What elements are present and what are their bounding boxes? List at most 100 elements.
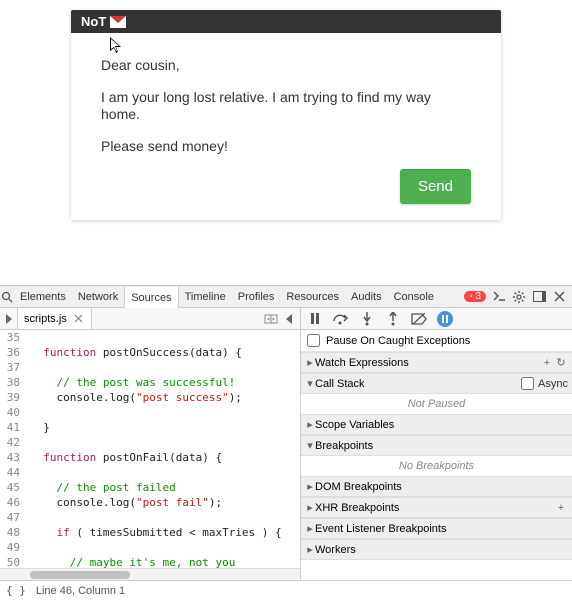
close-devtools-icon[interactable] <box>552 290 566 304</box>
line-number[interactable]: 44 <box>0 465 26 480</box>
line-number[interactable]: 50 <box>0 555 26 568</box>
line-number[interactable]: 39 <box>0 390 26 405</box>
code-line[interactable]: 50 // maybe it's me, not you <box>0 555 300 568</box>
send-button[interactable]: Send <box>400 169 471 204</box>
devtools: ElementsNetworkSourcesTimelineProfilesRe… <box>0 285 572 600</box>
dock-side-icon[interactable] <box>532 290 546 304</box>
tab-timeline[interactable]: Timeline <box>179 286 232 307</box>
disclosure-triangle-icon: ▸ <box>305 543 315 556</box>
add-watch-icon[interactable]: + <box>540 357 554 369</box>
deactivate-breakpoints-icon[interactable] <box>411 311 427 327</box>
line-number[interactable]: 36 <box>0 345 26 360</box>
code-line[interactable]: 47 <box>0 510 300 525</box>
disclosure-triangle-icon: ▸ <box>305 480 315 493</box>
search-icon[interactable] <box>0 290 14 304</box>
line-number[interactable]: 41 <box>0 420 26 435</box>
call-stack-body: Not Paused <box>301 394 572 414</box>
cursor-position: Line 46, Column 1 <box>36 585 125 597</box>
code-line[interactable]: 35 <box>0 330 300 345</box>
code-line[interactable]: 43 function postOnFail(data) { <box>0 450 300 465</box>
close-tab-icon[interactable] <box>73 313 85 325</box>
pause-on-caught-checkbox[interactable] <box>307 334 320 347</box>
sources-subbar: scripts.js <box>0 308 572 330</box>
code-text: // the post failed <box>26 480 176 495</box>
async-checkbox[interactable] <box>521 377 534 390</box>
code-line[interactable]: 36 function postOnSuccess(data) { <box>0 345 300 360</box>
line-number[interactable]: 38 <box>0 375 26 390</box>
code-text: console.log("post success"); <box>26 390 242 405</box>
pause-on-exceptions-icon[interactable] <box>437 311 453 327</box>
line-number[interactable]: 35 <box>0 330 26 345</box>
section-workers[interactable]: ▸ Workers <box>301 539 572 560</box>
line-number[interactable]: 47 <box>0 510 26 525</box>
code-text: // the post was successful! <box>26 375 235 390</box>
code-line[interactable]: 39 console.log("post success"); <box>0 390 300 405</box>
code-line[interactable]: 49 <box>0 540 300 555</box>
code-line[interactable]: 41 } <box>0 420 300 435</box>
tab-profiles[interactable]: Profiles <box>232 286 281 307</box>
status-bar: { } Line 46, Column 1 <box>0 580 572 600</box>
line-number[interactable]: 40 <box>0 405 26 420</box>
file-tab-label: scripts.js <box>24 313 67 325</box>
devtools-tabbar: ElementsNetworkSourcesTimelineProfilesRe… <box>0 286 572 308</box>
line-number[interactable]: 45 <box>0 480 26 495</box>
code-text: // maybe it's me, not you <box>26 555 235 568</box>
add-xhr-breakpoint-icon[interactable]: + <box>554 502 568 514</box>
pause-script-icon[interactable] <box>307 311 323 327</box>
more-options-icon[interactable] <box>282 312 296 326</box>
email-body: Dear cousin, I am your long lost relativ… <box>71 33 501 220</box>
code-line[interactable]: 45 // the post failed <box>0 480 300 495</box>
pretty-print-icon[interactable]: { } <box>6 584 26 597</box>
show-navigator-icon[interactable] <box>0 308 18 329</box>
code-line[interactable]: 48 if ( timesSubmitted < maxTries ) { <box>0 525 300 540</box>
section-watch-expressions[interactable]: ▸ Watch Expressions + ↻ <box>301 352 572 373</box>
line-number[interactable]: 46 <box>0 495 26 510</box>
horizontal-scrollbar[interactable] <box>0 568 300 580</box>
code-text: if ( timesSubmitted < maxTries ) { <box>26 525 282 540</box>
line-number[interactable]: 42 <box>0 435 26 450</box>
error-count-badge[interactable]: ◦ 3 <box>464 291 486 302</box>
section-xhr-breakpoints[interactable]: ▸ XHR Breakpoints + <box>301 497 572 518</box>
code-text <box>26 360 30 375</box>
tab-sources[interactable]: Sources <box>124 287 178 308</box>
step-out-icon[interactable] <box>385 311 401 327</box>
code-line[interactable]: 37 <box>0 360 300 375</box>
show-console-icon[interactable] <box>492 290 506 304</box>
debugger-sidebar: Pause On Caught Exceptions ▸ Watch Expre… <box>300 330 572 580</box>
line-number[interactable]: 43 <box>0 450 26 465</box>
code-line[interactable]: 46 console.log("post fail"); <box>0 495 300 510</box>
tab-resources[interactable]: Resources <box>280 286 345 307</box>
section-event-listener-breakpoints[interactable]: ▸ Event Listener Breakpoints <box>301 518 572 539</box>
line-number[interactable]: 49 <box>0 540 26 555</box>
email-line-2: Please send money! <box>101 138 471 156</box>
pause-on-caught-label: Pause On Caught Exceptions <box>326 335 470 347</box>
tab-audits[interactable]: Audits <box>345 286 388 307</box>
code-editor[interactable]: 3536 function postOnSuccess(data) {3738 … <box>0 330 300 580</box>
tab-network[interactable]: Network <box>72 286 124 307</box>
breakpoints-body: No Breakpoints <box>301 456 572 476</box>
code-line[interactable]: 38 // the post was successful! <box>0 375 300 390</box>
refresh-watch-icon[interactable]: ↻ <box>554 356 568 369</box>
tab-console[interactable]: Console <box>388 286 440 307</box>
section-dom-breakpoints[interactable]: ▸ DOM Breakpoints <box>301 476 572 497</box>
section-call-stack[interactable]: ▾ Call Stack Async <box>301 373 572 394</box>
code-text <box>26 540 30 555</box>
section-scope-variables[interactable]: ▸ Scope Variables <box>301 414 572 435</box>
section-breakpoints[interactable]: ▾ Breakpoints <box>301 435 572 456</box>
file-tab-scripts-js[interactable]: scripts.js <box>18 308 92 329</box>
line-number[interactable]: 37 <box>0 360 26 375</box>
code-line[interactable]: 42 <box>0 435 300 450</box>
code-line[interactable]: 44 <box>0 465 300 480</box>
line-number[interactable]: 48 <box>0 525 26 540</box>
disclosure-triangle-down-icon: ▾ <box>305 377 315 390</box>
step-into-icon[interactable] <box>359 311 375 327</box>
settings-gear-icon[interactable] <box>512 290 526 304</box>
step-over-icon[interactable] <box>333 311 349 327</box>
code-line[interactable]: 40 <box>0 405 300 420</box>
tab-elements[interactable]: Elements <box>14 286 72 307</box>
disclosure-triangle-icon: ▸ <box>305 501 315 514</box>
history-nav-icon[interactable] <box>264 312 278 326</box>
email-greeting: Dear cousin, <box>101 57 471 75</box>
code-text <box>26 465 30 480</box>
code-text <box>26 435 30 450</box>
